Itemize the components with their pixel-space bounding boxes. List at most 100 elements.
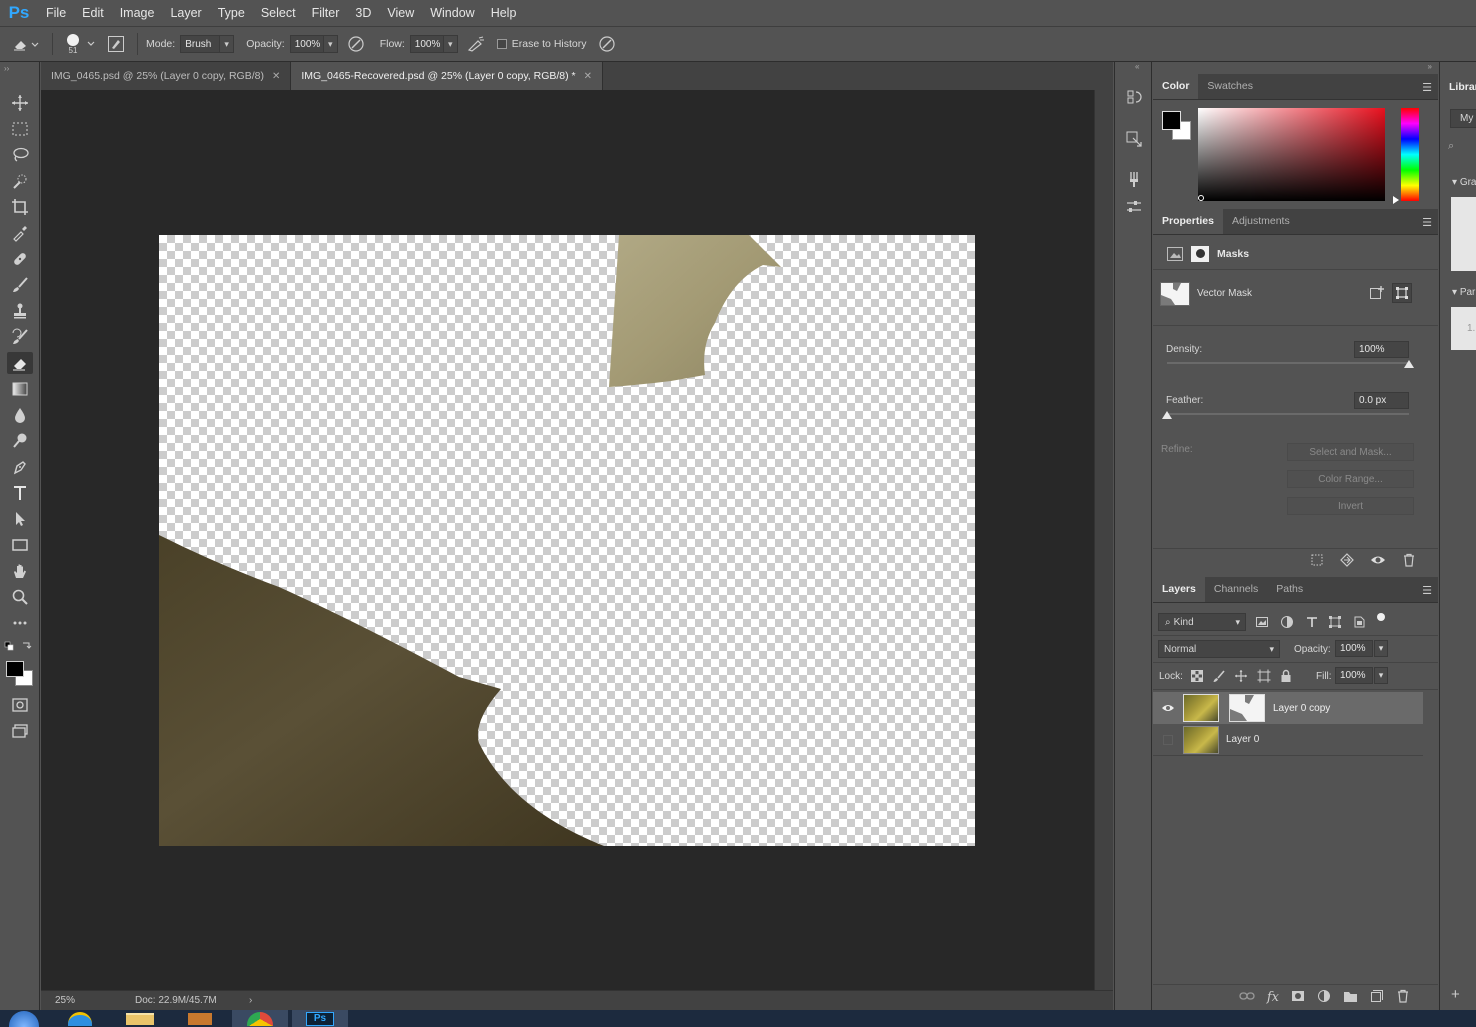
- brush-presets-panel-icon[interactable]: [1123, 168, 1145, 190]
- load-selection-icon[interactable]: [1310, 553, 1324, 570]
- new-group-folder-icon[interactable]: [1343, 990, 1358, 1006]
- tab-color[interactable]: Color: [1153, 73, 1199, 99]
- layer-row-layer-0-copy[interactable]: Layer 0 copy: [1153, 692, 1423, 724]
- feather-slider-thumb[interactable]: [1162, 411, 1172, 419]
- expand-arrows-icon[interactable]: «: [1135, 62, 1139, 71]
- add-content-plus-icon[interactable]: +: [1451, 986, 1460, 1003]
- more-tools-icon[interactable]: [7, 612, 33, 634]
- quick-selection-tool-icon[interactable]: [7, 170, 33, 192]
- new-layer-icon[interactable]: [1370, 989, 1384, 1006]
- menu-edit[interactable]: Edit: [74, 0, 112, 26]
- brush-tool-icon[interactable]: [7, 274, 33, 296]
- menu-select[interactable]: Select: [253, 0, 304, 26]
- apply-vector-mask-icon[interactable]: [1392, 283, 1412, 303]
- pressure-opacity-icon[interactable]: [338, 35, 374, 53]
- blur-tool-icon[interactable]: [7, 404, 33, 426]
- pixel-mask-icon[interactable]: [1167, 246, 1183, 261]
- panel-menu-icon[interactable]: ☰: [1422, 216, 1432, 229]
- quick-mask-icon[interactable]: [7, 694, 33, 716]
- filter-adjustment-layer-icon[interactable]: [1280, 615, 1294, 632]
- filter-toggle-icon[interactable]: [1377, 613, 1385, 621]
- menu-image[interactable]: Image: [112, 0, 163, 26]
- tab-adjustments[interactable]: Adjustments: [1223, 208, 1299, 234]
- menu-help[interactable]: Help: [483, 0, 525, 26]
- foreground-color-swatch[interactable]: [6, 661, 24, 677]
- paragraph-styles-section-header[interactable]: ▾ Par: [1452, 287, 1475, 298]
- opacity-dropdown-icon[interactable]: ▾: [323, 35, 338, 53]
- layers-opacity-dropdown-icon[interactable]: ▾: [1374, 640, 1388, 657]
- menu-type[interactable]: Type: [210, 0, 253, 26]
- tab-properties[interactable]: Properties: [1153, 208, 1223, 234]
- clone-stamp-tool-icon[interactable]: [7, 300, 33, 322]
- media-taskbar-icon[interactable]: [172, 1010, 228, 1027]
- hand-tool-icon[interactable]: [7, 560, 33, 582]
- select-and-mask-button[interactable]: Select and Mask...: [1287, 443, 1414, 461]
- menu-view[interactable]: View: [379, 0, 422, 26]
- vector-mask-thumbnail[interactable]: [1160, 282, 1190, 306]
- panel-menu-icon[interactable]: ☰: [1422, 81, 1432, 94]
- status-menu-arrow-icon[interactable]: ›: [249, 995, 252, 1006]
- color-panel-swatches[interactable]: [1161, 110, 1193, 142]
- color-swatches[interactable]: [5, 660, 35, 688]
- layer-thumbnail[interactable]: [1183, 725, 1219, 754]
- brush-panel-toggle-icon[interactable]: [103, 35, 129, 53]
- invert-button[interactable]: Invert: [1287, 497, 1414, 515]
- move-tool-icon[interactable]: [7, 92, 33, 114]
- menu-layer[interactable]: Layer: [162, 0, 209, 26]
- eraser-tool-icon[interactable]: [7, 352, 33, 374]
- lock-transparent-pixels-icon[interactable]: [1190, 669, 1204, 686]
- search-icon[interactable]: ⌕: [1448, 140, 1454, 153]
- layer-thumbnail[interactable]: [1183, 694, 1219, 722]
- lasso-tool-icon[interactable]: [7, 144, 33, 166]
- eyedropper-tool-icon[interactable]: [7, 222, 33, 244]
- menu-3d[interactable]: 3D: [347, 0, 379, 26]
- mode-select[interactable]: Brush: [180, 35, 221, 53]
- library-graphic-thumbnail[interactable]: [1451, 197, 1476, 271]
- layer-visibility-eye-icon[interactable]: [1153, 702, 1183, 714]
- ie-taskbar-icon[interactable]: [52, 1010, 108, 1027]
- filter-smart-object-icon[interactable]: [1352, 615, 1366, 632]
- lock-image-pixels-icon[interactable]: [1212, 669, 1226, 686]
- hue-slider[interactable]: [1401, 108, 1419, 201]
- layer-filter-kind-select[interactable]: ⌕ Kind ▾: [1158, 613, 1246, 631]
- fill-input[interactable]: 100%: [1335, 667, 1373, 684]
- photoshop-taskbar-icon[interactable]: Ps: [292, 1010, 348, 1027]
- lock-all-icon[interactable]: [1279, 669, 1293, 686]
- close-icon[interactable]: ✕: [272, 71, 280, 82]
- zoom-tool-icon[interactable]: [7, 586, 33, 608]
- zoom-level[interactable]: 25%: [41, 995, 111, 1006]
- layer-visibility-toggle[interactable]: [1153, 734, 1183, 745]
- erase-to-history-checkbox[interactable]: [494, 39, 510, 49]
- adjustment-sliders-panel-icon[interactable]: [1123, 196, 1145, 218]
- filter-type-layer-icon[interactable]: [1305, 615, 1319, 632]
- chrome-taskbar-icon[interactable]: [232, 1010, 288, 1027]
- canvas-area[interactable]: [41, 90, 1094, 990]
- delete-layer-trash-icon[interactable]: [1396, 989, 1410, 1006]
- chevron-down-icon[interactable]: [85, 41, 97, 47]
- add-mask-icon[interactable]: [1369, 285, 1385, 304]
- menu-window[interactable]: Window: [422, 0, 482, 26]
- lock-artboard-icon[interactable]: [1257, 669, 1271, 686]
- tab-swatches[interactable]: Swatches: [1198, 73, 1262, 99]
- libraries-tab[interactable]: Librar: [1440, 74, 1476, 100]
- explorer-taskbar-icon[interactable]: [112, 1010, 168, 1027]
- vertical-scrollbar[interactable]: [1094, 90, 1113, 990]
- density-slider-thumb[interactable]: [1404, 360, 1414, 368]
- tab-paths[interactable]: Paths: [1267, 576, 1312, 602]
- eraser-tool-preset-icon[interactable]: [8, 31, 44, 57]
- tab-channels[interactable]: Channels: [1205, 576, 1267, 602]
- feather-input[interactable]: 0.0 px: [1354, 392, 1409, 409]
- filter-pixel-layer-icon[interactable]: [1255, 615, 1269, 632]
- trash-icon[interactable]: [1402, 553, 1416, 570]
- feather-slider-track[interactable]: [1167, 413, 1409, 415]
- history-brush-tool-icon[interactable]: [7, 326, 33, 348]
- layer-name[interactable]: Layer 0: [1226, 734, 1259, 745]
- start-button-icon[interactable]: [0, 1010, 48, 1027]
- graphics-section-header[interactable]: ▾ Gra: [1452, 177, 1476, 188]
- link-layers-icon[interactable]: [1239, 990, 1255, 1005]
- document-canvas[interactable]: [159, 235, 975, 846]
- apply-mask-icon[interactable]: [1340, 553, 1354, 570]
- density-input[interactable]: 100%: [1354, 341, 1409, 358]
- layer-vector-mask-thumbnail[interactable]: [1229, 694, 1265, 722]
- close-icon[interactable]: ✕: [584, 71, 592, 82]
